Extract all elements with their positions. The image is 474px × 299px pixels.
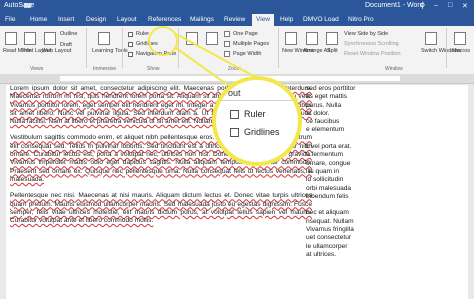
document-line[interactable]: c vel porta erat. [306,143,466,151]
search-icon[interactable]: ⚲ [420,2,425,10]
ruler-checkbox-zoomed [230,110,239,119]
tab-home[interactable]: Home [30,16,47,23]
magnifier-header: out [228,88,241,98]
minimize-icon[interactable]: – [434,2,438,9]
zoom-group-label: Zoom [228,66,241,72]
document-line[interactable]: Vivamus fringilla [306,226,466,234]
ribbon-separator [86,28,87,68]
web-layout-button[interactable]: Web Layout [42,48,71,54]
close-icon[interactable]: ✕ [462,2,468,10]
zoom-icon[interactable] [186,32,198,45]
magnifier-callout: out Ruler Gridlines [212,76,302,166]
document-line[interactable]: le ullamcorper [306,243,466,251]
document-line[interactable] [306,201,466,209]
multiple-pages-icon[interactable] [224,41,230,47]
gridlines-checkbox-zoomed [230,128,239,137]
one-page-button[interactable]: One Page [233,31,258,37]
ribbon-tabs: File Home Insert Design Layout Reference… [0,13,474,26]
document-line[interactable]: nsequat. Nullam [306,218,466,226]
ribbon-separator [178,28,179,68]
one-page-icon[interactable] [224,31,230,37]
document-line[interactable]: as eget mattis [306,93,466,101]
tab-references[interactable]: References [148,16,181,23]
multiple-pages-button[interactable]: Multiple Pages [233,41,269,47]
document-line[interactable]: u fermentum [306,151,466,159]
document-right-column[interactable]: sed eros porttitor as eget mattis purus. N… [306,85,466,259]
gridlines-label-zoomed: Gridlines [244,127,280,137]
zoom-100-icon[interactable] [206,32,218,45]
paragraph[interactable]: Pellentesque nec nisi. Maecenas at nisi … [10,192,312,225]
tab-insert[interactable]: Insert [58,16,74,23]
document-line[interactable]: ilis quam in [306,168,466,176]
document-line[interactable]: at dolor. [306,110,466,118]
split-icon[interactable] [326,32,338,45]
views-group-label: Views [30,66,44,72]
page-width-icon[interactable] [224,51,230,57]
autosave-switch-icon[interactable] [24,3,31,8]
document-line[interactable]: ce faucibus [306,118,466,126]
tab-mailings[interactable]: Mailings [190,16,214,23]
tab-layout[interactable]: Layout [117,16,137,23]
ruler-label-zoomed: Ruler [244,109,266,119]
document-line[interactable] [306,135,466,143]
document-line[interactable]: purus. Nulla [306,102,466,110]
document-line[interactable]: id sollicitudin [306,176,466,184]
show-group-label: Show [147,66,160,72]
show-group-highlight [148,26,178,56]
tab-help[interactable]: Help [280,16,293,23]
ribbon: Read Mode Print Layout Web Layout Outlin… [0,26,474,75]
ribbon-separator [446,28,447,68]
ruler-track [60,76,400,81]
read-mode-icon[interactable] [5,32,17,45]
tab-nitro-pro[interactable]: Nitro Pro [348,16,374,23]
tab-file[interactable]: File [5,16,15,23]
ribbon-separator [122,28,123,68]
window-group-label: Window [385,66,403,72]
document-line[interactable]: bibendum felis [306,193,466,201]
maximize-icon[interactable]: □ [448,2,452,9]
web-layout-icon[interactable] [44,32,56,45]
gridlines-checkbox[interactable] [128,42,133,47]
document-line[interactable]: at ultrices. [306,251,466,259]
learning-tools-icon[interactable] [98,32,110,45]
navigation-pane-checkbox[interactable] [128,52,133,57]
switch-windows-icon[interactable] [425,32,437,45]
print-layout-icon[interactable] [24,32,36,45]
ruler-checkbox[interactable] [128,32,133,37]
macros-button[interactable]: Macros [452,48,470,54]
ruler-label: Ruler [136,31,150,37]
document-line[interactable]: uet consectetur [306,234,466,242]
tab-view[interactable]: View [252,14,274,26]
ribbon-separator [278,28,279,68]
document-line[interactable]: sed eros porttitor [306,85,466,93]
reset-window-position-button[interactable]: Reset Window Position [344,51,401,57]
outline-button[interactable]: Outline [60,31,77,37]
new-window-icon[interactable] [285,32,297,45]
document-line[interactable]: e elementum [306,126,466,134]
tab-review[interactable]: Review [224,16,245,23]
tab-dmvo-load[interactable]: DMVO Load [303,16,339,23]
document-line[interactable]: orbi malesuada [306,185,466,193]
draft-button[interactable]: Draft [60,42,72,48]
synchronous-scrolling-button[interactable]: Synchronous Scrolling [344,41,399,47]
document-line[interactable]: nec et aliquam [306,209,466,217]
split-button[interactable]: Split [327,48,338,54]
document-title: Document1 - Word [365,2,424,9]
macros-icon[interactable] [454,32,466,45]
magnifier-divider [216,100,298,101]
view-side-by-side-button[interactable]: View Side by Side [344,31,388,37]
document-line[interactable]: ornare, congue [306,160,466,168]
title-bar: AutoSave Document1 - Word ⚲ – □ ✕ [0,0,474,13]
arrange-all-button[interactable]: Arrange All [303,48,330,54]
tab-design[interactable]: Design [86,16,106,23]
immersive-group-label: Immersive [93,66,117,72]
arrange-all-icon[interactable] [306,32,318,45]
page-width-button[interactable]: Page Width [233,51,261,57]
